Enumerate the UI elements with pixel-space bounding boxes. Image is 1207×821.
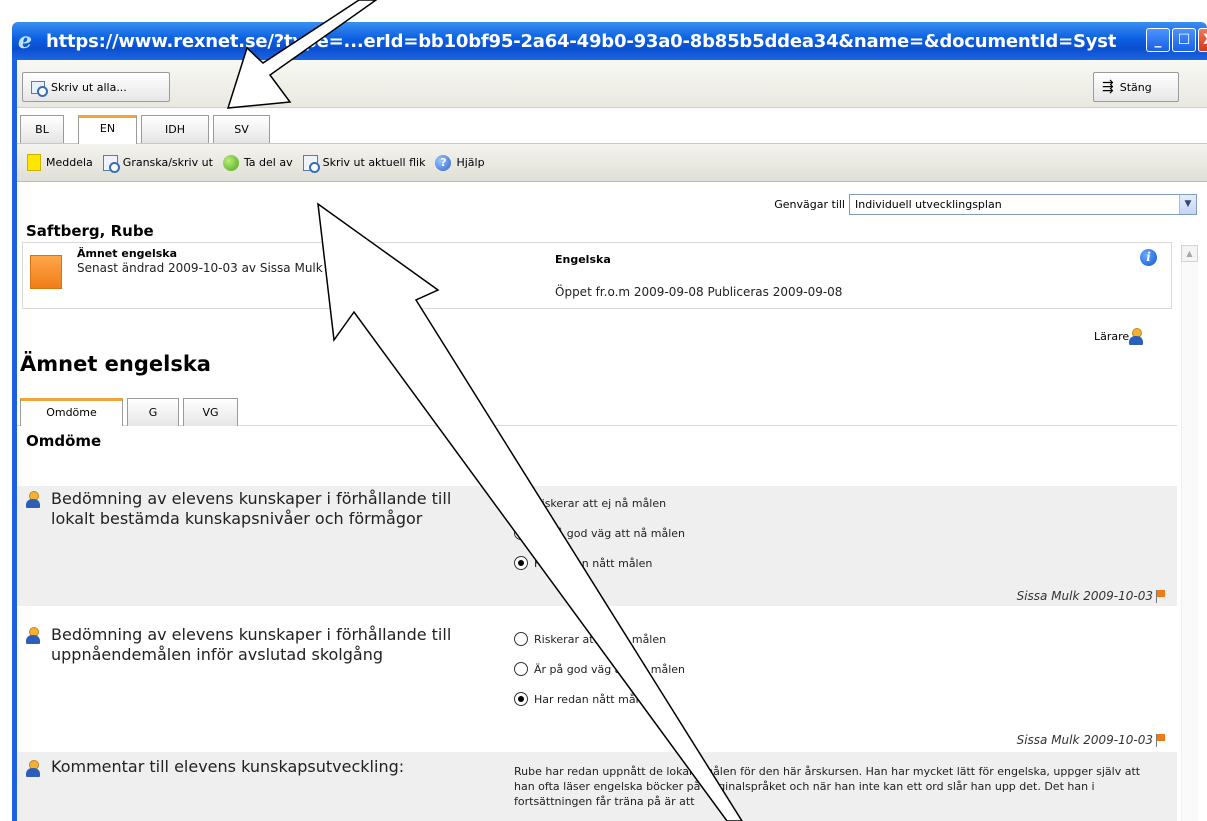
teacher-indicator: Lärare (1094, 328, 1144, 345)
print-all-label: Skriv ut alla... (51, 80, 127, 94)
chevron-down-icon[interactable]: ▼ (1179, 195, 1196, 214)
info-course: Engelska (555, 253, 611, 266)
assessment-tab-row: Omdöme G VG (17, 388, 1177, 426)
radio-button[interactable] (514, 526, 528, 540)
shortcut-label: Genvägar till (774, 198, 845, 211)
scrollbar[interactable] (1181, 262, 1198, 821)
minimize-button[interactable]: _ (1146, 28, 1170, 52)
option-label: Riskerar att ej nå målen (534, 496, 667, 510)
take-part-label: Ta del av (243, 156, 293, 169)
radio-button-selected[interactable] (514, 556, 528, 570)
close-window-button[interactable]: X (1198, 28, 1207, 52)
top-toolbar: Skriv ut alla... ⇶ Stäng (17, 60, 1207, 108)
person-icon (26, 627, 40, 644)
tab-g[interactable]: G (127, 398, 179, 426)
signoff: Sissa Mulk 2009-10-03 (1017, 589, 1165, 603)
print-all-button[interactable]: Skriv ut alla... (22, 72, 170, 102)
person-icon (26, 491, 40, 508)
radio-option[interactable]: Riskerar att ej nå målen (514, 496, 666, 510)
assessment-question: Bedömning av elevens kunskaper i förhåll… (51, 625, 452, 664)
document-info-box: Ämnet engelska Senast ändrad 2009-10-03 … (22, 242, 1172, 309)
print-icon (31, 80, 48, 97)
help-label: Hjälp (456, 156, 485, 169)
option-label: Är på god väg att nå målen (534, 526, 686, 540)
help-icon: ? (435, 154, 452, 171)
flag-icon[interactable] (1156, 589, 1165, 603)
take-part-action[interactable]: Ta del av (222, 154, 293, 171)
radio-button[interactable] (514, 496, 528, 510)
radio-option[interactable]: Har redan nått målen (514, 692, 652, 706)
assessment-row: Bedömning av elevens kunskaper i förhåll… (17, 486, 1177, 606)
option-label: Är på god väg att nå målen (534, 662, 686, 676)
radio-option[interactable]: Riskerar att ej nå målen (514, 632, 666, 646)
signoff-text: Sissa Mulk 2009-10-03 (1016, 589, 1153, 603)
assessment-row: Bedömning av elevens kunskaper i förhåll… (17, 622, 1177, 747)
tab-vg[interactable]: VG (183, 398, 238, 426)
scroll-up-button[interactable]: ▲ (1181, 245, 1198, 262)
radio-button-selected[interactable] (514, 692, 528, 706)
info-subject: Ämnet engelska (77, 247, 178, 260)
window-title: https://www.rexnet.se/?type=...erId=bb10… (46, 30, 1116, 52)
tab-en[interactable]: EN (78, 115, 137, 144)
shortcut-selected: Individuell utvecklingsplan (855, 198, 1002, 211)
green-dot-icon (222, 154, 239, 171)
review-print-action[interactable]: Granska/skriv ut (102, 154, 213, 173)
action-bar: Meddela Granska/skriv ut Ta del av Skriv… (17, 144, 1207, 182)
teacher-label: Lärare (1094, 330, 1130, 343)
comment-label: Kommentar till elevens kunskapsutvecklin… (51, 757, 405, 776)
help-action[interactable]: ? Hjälp (435, 154, 485, 171)
shortcut-dropdown[interactable]: Individuell utvecklingsplan ▼ (849, 194, 1197, 215)
assessment-question: Bedömning av elevens kunskaper i förhåll… (51, 489, 452, 528)
preview-icon (302, 154, 320, 173)
internet-explorer-icon: e (18, 28, 32, 54)
option-label: Har redan nått målen (534, 556, 653, 570)
review-print-label: Granska/skriv ut (122, 156, 213, 169)
note-icon (27, 154, 41, 171)
notify-action[interactable]: Meddela (27, 154, 93, 171)
student-name: Saftberg, Rube (26, 222, 154, 240)
notify-label: Meddela (46, 156, 93, 169)
print-current-label: Skriv ut aktuell flik (322, 156, 426, 169)
door-exit-icon: ⇶ (1102, 79, 1114, 95)
subject-color-icon (30, 255, 62, 289)
option-label: Riskerar att ej nå målen (534, 632, 667, 646)
print-current-action[interactable]: Skriv ut aktuell flik (302, 154, 426, 173)
radio-option[interactable]: Har redan nått målen (514, 556, 652, 570)
preview-icon (102, 154, 120, 173)
tab-bl[interactable]: BL (20, 115, 64, 143)
close-label: Stäng (1119, 80, 1152, 94)
page-title: Ämnet engelska (20, 352, 211, 376)
shortcut-selector: Genvägar till Individuell utvecklingspla… (774, 194, 1197, 215)
tab-idh[interactable]: IDH (141, 115, 209, 143)
comment-text[interactable]: Rube har redan uppnått de lokala målen f… (514, 764, 1154, 809)
signoff-text: Sissa Mulk 2009-10-03 (1016, 733, 1153, 747)
radio-option[interactable]: Är på god väg att nå målen (514, 662, 685, 676)
info-open-dates: Öppet fr.o.m 2009-09-08 Publiceras 2009-… (555, 285, 843, 299)
close-button[interactable]: ⇶ Stäng (1093, 72, 1179, 102)
tab-omdome[interactable]: Omdöme (20, 398, 123, 426)
section-title: Omdöme (26, 432, 102, 450)
signoff: Sissa Mulk 2009-10-03 (1017, 733, 1165, 747)
info-icon[interactable]: i (1140, 249, 1157, 266)
person-icon (26, 760, 40, 777)
subject-tab-row: BL EN IDH SV (17, 108, 1207, 144)
main-content: Genvägar till Individuell utvecklingspla… (17, 182, 1207, 821)
info-changed: Senast ändrad 2009-10-03 av Sissa Mulk (77, 261, 323, 275)
radio-button[interactable] (514, 632, 528, 646)
radio-option[interactable]: Är på god väg att nå målen (514, 526, 685, 540)
option-label: Har redan nått målen (534, 692, 653, 706)
person-icon (1129, 328, 1144, 345)
tab-sv[interactable]: SV (213, 115, 270, 143)
maximize-button[interactable]: ☐ (1172, 28, 1196, 52)
flag-icon[interactable] (1156, 733, 1165, 747)
window-titlebar[interactable]: e https://www.rexnet.se/?type=...erId=bb… (12, 22, 1207, 60)
comment-row: Kommentar till elevens kunskapsutvecklin… (17, 752, 1177, 821)
radio-button[interactable] (514, 662, 528, 676)
